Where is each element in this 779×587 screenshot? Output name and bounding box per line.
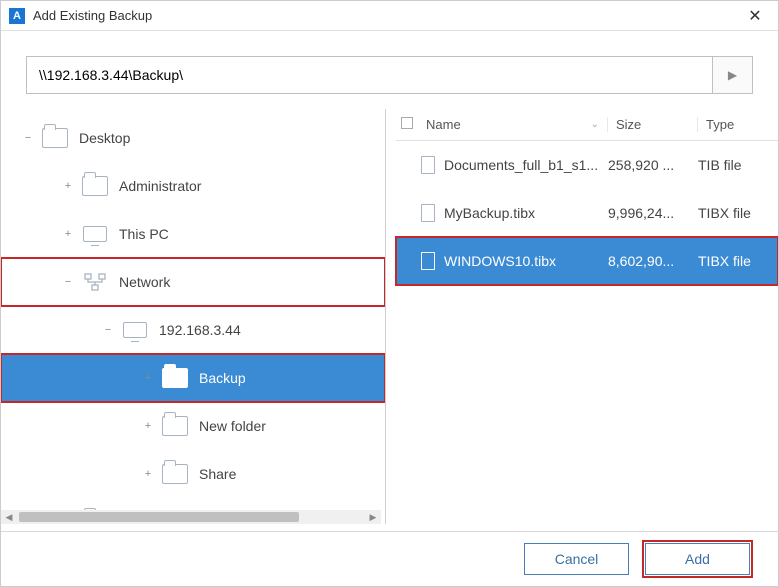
column-type[interactable]: Type <box>698 117 778 132</box>
scroll-left-icon[interactable]: ◀ <box>1 512 17 523</box>
scroll-right-icon[interactable]: ▶ <box>365 512 381 523</box>
collapse-icon[interactable]: − <box>21 132 35 144</box>
path-input[interactable] <box>27 57 712 93</box>
tree-item-network[interactable]: − Network <box>1 258 385 306</box>
tree-item-administrator[interactable]: + Administrator <box>11 162 385 210</box>
file-name: Documents_full_b1_s1... <box>444 157 608 173</box>
file-icon <box>421 252 435 270</box>
horizontal-scrollbar[interactable]: ◀ ▶ <box>1 510 381 524</box>
file-size: 258,920 ... <box>608 157 698 173</box>
scroll-thumb[interactable] <box>19 512 299 522</box>
file-name: WINDOWS10.tibx <box>444 253 608 269</box>
tree-label: Network <box>119 274 170 290</box>
expand-icon[interactable]: + <box>141 468 155 480</box>
folder-icon <box>82 176 108 196</box>
folder-icon <box>162 416 188 436</box>
add-button[interactable]: Add <box>645 543 750 575</box>
collapse-icon[interactable]: − <box>101 324 115 336</box>
tree-item-ip[interactable]: − 192.168.3.44 <box>11 306 385 354</box>
file-name: MyBackup.tibx <box>444 205 608 221</box>
tree-item-backup[interactable]: + Backup <box>1 354 385 402</box>
chevron-down-icon: ⌄ <box>591 119 599 130</box>
app-icon: A <box>9 8 25 24</box>
titlebar: A Add Existing Backup ✕ <box>1 1 778 31</box>
tree-item-new-folder[interactable]: + New folder <box>11 402 385 450</box>
close-button[interactable]: ✕ <box>740 6 770 26</box>
file-type: TIB file <box>698 157 778 173</box>
path-go-button[interactable]: ▶ <box>712 57 752 93</box>
tree-label: New folder <box>199 418 266 434</box>
expand-icon[interactable]: + <box>61 180 75 192</box>
tree-label: This PC <box>119 226 169 242</box>
path-bar: ▶ <box>26 56 753 94</box>
computer-icon <box>83 226 107 242</box>
tree-label: Share <box>199 466 236 482</box>
select-all-checkbox[interactable] <box>396 117 418 132</box>
list-row[interactable]: MyBackup.tibx 9,996,24... TIBX file <box>396 189 778 237</box>
window-title: Add Existing Backup <box>33 8 740 23</box>
tree-item-this-pc[interactable]: + This PC <box>11 210 385 258</box>
folder-icon <box>162 368 188 388</box>
tree-label: Desktop <box>79 130 130 146</box>
folder-icon <box>162 464 188 484</box>
file-size: 8,602,90... <box>608 253 698 269</box>
tree-label: 192.168.3.44 <box>159 322 241 338</box>
footer: Cancel Add <box>1 531 778 586</box>
file-icon <box>421 156 435 174</box>
computer-icon <box>123 322 147 338</box>
collapse-icon[interactable]: − <box>61 276 75 288</box>
folder-icon <box>42 128 68 148</box>
list-header: Name⌄ Size Type <box>396 109 778 141</box>
file-type: TIBX file <box>698 205 778 221</box>
list-row[interactable]: WINDOWS10.tibx 8,602,90... TIBX file <box>396 237 778 285</box>
list-row[interactable]: Documents_full_b1_s1... 258,920 ... TIB … <box>396 141 778 189</box>
tree-label: Administrator <box>119 178 201 194</box>
file-list: Name⌄ Size Type Documents_full_b1_s1... … <box>386 109 778 524</box>
file-type: TIBX file <box>698 253 778 269</box>
tree-item-share[interactable]: + Share <box>11 450 385 498</box>
expand-icon[interactable]: + <box>141 372 155 384</box>
file-icon <box>421 204 435 222</box>
network-icon <box>81 271 109 293</box>
column-size[interactable]: Size <box>608 117 698 132</box>
expand-icon[interactable]: + <box>141 420 155 432</box>
cancel-button[interactable]: Cancel <box>524 543 629 575</box>
column-name[interactable]: Name⌄ <box>418 117 608 132</box>
expand-icon[interactable]: + <box>61 228 75 240</box>
folder-tree: − Desktop + Administrator + This PC − Ne… <box>1 109 386 524</box>
tree-label: Backup <box>199 370 246 386</box>
tree-item-desktop[interactable]: − Desktop <box>11 114 385 162</box>
file-size: 9,996,24... <box>608 205 698 221</box>
